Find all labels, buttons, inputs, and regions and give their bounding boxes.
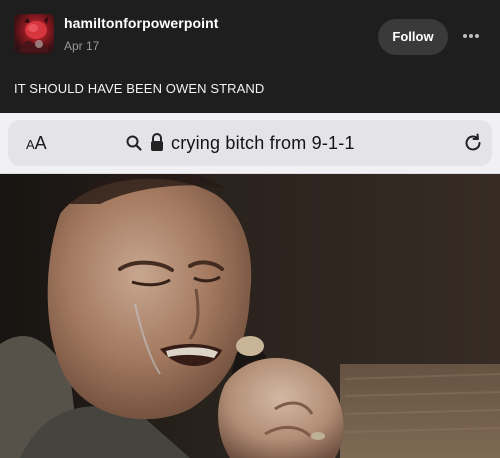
crying-man-photo	[0, 174, 500, 458]
avatar[interactable]	[14, 14, 54, 54]
post-caption: IT SHOULD HAVE BEEN OWEN STRAND	[14, 81, 265, 96]
post-date[interactable]: Apr 17	[64, 39, 99, 53]
follow-button[interactable]: Follow	[378, 19, 448, 55]
url-text[interactable]: crying bitch from 9-1-1	[171, 130, 355, 156]
url-field[interactable]: AA crying bitch from 9-1-1	[8, 120, 492, 166]
photo-image	[0, 174, 500, 458]
more-horizontal-icon	[463, 34, 479, 38]
text-size-large-letter: A	[34, 133, 47, 153]
more-options-button[interactable]	[458, 26, 484, 46]
post-username[interactable]: hamiltonforpowerpoint	[64, 15, 219, 31]
text-size-button[interactable]: AA	[26, 128, 66, 158]
embedded-screenshot: AA crying bitch from 9-1-1	[0, 113, 500, 458]
reload-icon	[465, 133, 481, 151]
search-icon	[126, 135, 142, 151]
lock-icon	[151, 133, 163, 151]
post-card: hamiltonforpowerpoint Apr 17 Follow IT S…	[0, 0, 500, 458]
browser-address-bar: AA crying bitch from 9-1-1	[0, 113, 500, 174]
text-size-small-letter: A	[26, 137, 35, 152]
avatar-image	[20, 17, 48, 52]
post-header: hamiltonforpowerpoint Apr 17 Follow	[0, 0, 500, 70]
